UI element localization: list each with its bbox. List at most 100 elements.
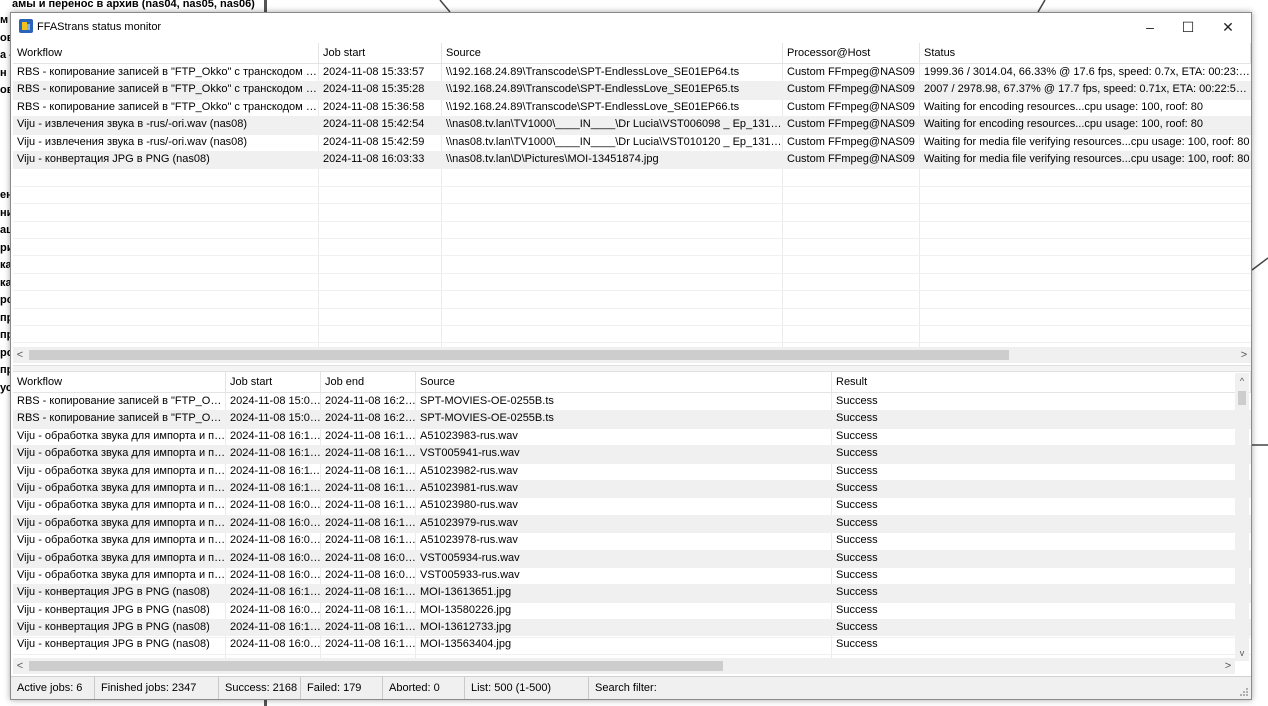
cell-workflow: Viju - конвертация JPG в PNG (nas08) [17,638,210,651]
column-header-workflow[interactable]: Workflow [13,372,226,392]
column-header-result[interactable]: Result [832,372,1251,392]
table-row[interactable]: Viju - извлечения звука в -rus/-ori.wav … [13,116,1251,134]
table-row[interactable]: RBS - копирование записей в "FTP_Okko" с… [13,393,1251,410]
cell-workflow: Viju - обработка звука для импорта и пер… [17,464,226,477]
table-row[interactable]: Viju - извлечения звука в -rus/-ori.wav … [13,134,1251,151]
cell-job-start: 2024-11-08 16:13:34 [230,447,321,460]
cell-workflow: RBS - копирование записей в "FTP_Okko" с… [17,395,226,407]
grid-row-line [13,272,1251,274]
active-jobs-hscroll-thumb[interactable] [29,350,1009,360]
background-text-fragment: ус [0,381,10,394]
title-bar[interactable]: FFAStrans status monitor – ☐ ✕ [11,13,1251,41]
grid-row-line [13,290,1251,292]
cell-job-start: 2024-11-08 16:03:48 [230,638,321,651]
cell-workflow: Viju - обработка звука для импорта и пер… [17,551,226,564]
close-button[interactable]: ✕ [1209,13,1247,41]
column-header-job-start[interactable]: Job start [226,372,321,392]
cell-job-start: 2024-11-08 15:42:54 [323,118,425,131]
cell-job-start: 2024-11-08 16:08:34 [230,516,321,529]
grid-row-line [13,238,1251,239]
table-row[interactable]: Viju - конвертация JPG в PNG (nas08) 2024… [13,619,1251,637]
active-jobs-hscroll[interactable]: < > [13,347,1251,363]
table-row[interactable]: Viju - конвертация JPG в PNG (nas08) 2024… [13,150,1251,169]
table-row[interactable]: Viju - обработка звука для импорта и пер… [13,567,1251,584]
column-header-processor-host[interactable]: Processor@Host [783,43,920,63]
ffastrans-app-icon [19,19,33,33]
table-row[interactable]: RBS - копирование записей в "FTP_Okko" с… [13,81,1251,99]
scroll-right-arrow-icon[interactable]: > [1237,347,1251,363]
column-header-job-start[interactable]: Job start [319,43,442,63]
resize-grip-icon[interactable] [1239,687,1249,697]
active-jobs-count: Active jobs: 6 [11,677,95,699]
finished-jobs-hscroll-thumb[interactable] [29,661,723,671]
cell-workflow: Viju - обработка звука для импорта и пер… [17,481,226,494]
table-row[interactable]: Viju - конвертация JPG в PNG (nas08) 2024… [13,584,1251,602]
finished-jobs-grid[interactable]: Workflow Job start Job end Source Result RBS… [13,372,1251,662]
scroll-up-arrow-icon[interactable]: ^ [1235,373,1249,389]
grid-splitter[interactable] [13,365,1251,372]
background-text-fragment: аци [0,224,10,236]
success-count: Success: 2168 [219,677,301,699]
cell-job-end: 2024-11-08 16:17:38 [325,464,416,477]
cell-workflow: Viju - извлечения звука в -rus/-ori.wav … [17,135,248,148]
column-header-source[interactable]: Source [416,372,832,392]
cell-workflow: Viju - обработка звука для импорта и пер… [17,516,226,529]
minimize-icon: – [1146,19,1154,35]
aborted-count: Aborted: 0 [383,677,465,699]
cell-status: Waiting for media file verifying resourc… [924,135,1250,148]
table-row[interactable]: Viju - конвертация JPG в PNG (nas08) 2024… [13,602,1251,619]
background-text-fragment: н [0,66,7,79]
column-header-source[interactable]: Source [442,43,783,63]
cell-job-start: 2024-11-08 15:35:28 [323,83,425,96]
table-row[interactable]: Viju - обработка звука для импорта и пер… [13,549,1251,567]
table-row[interactable]: Viju - обработка звука для импорта и пер… [13,428,1251,445]
cell-job-start: 2024-11-08 16:09:47 [230,499,321,512]
cell-job-start: 2024-11-08 16:10:44 [230,586,321,599]
cell-job-start: 2024-11-08 16:10:41 [230,621,321,634]
table-row[interactable]: Viju - обработка звука для импорта и пер… [13,445,1251,463]
cell-result: Success [836,638,878,651]
table-row[interactable]: Viju - конвертация JPG в PNG (nas08) 2024… [13,636,1251,653]
cell-workflow: Viju - конвертация JPG в PNG (nas08) [17,621,210,634]
scroll-left-arrow-icon[interactable]: < [13,658,27,674]
cell-source: \\192.168.24.89\Transcode\SPT-EndlessLov… [446,100,740,113]
cell-result: Success [836,551,878,564]
cell-status: 2007 / 2978.98, 67.37% @ 17.7 fps, speed… [924,83,1251,96]
search-filter-label[interactable]: Search filter: [589,677,1229,699]
active-jobs-grid[interactable]: Workflow Job start Source Processor@Host Sta… [13,43,1251,363]
scroll-left-arrow-icon[interactable]: < [13,347,27,363]
window-title: FFAStrans status monitor [37,21,162,33]
cell-job-end: 2024-11-08 16:25:34 [325,395,416,407]
table-row[interactable]: Viju - обработка звука для импорта и пер… [13,463,1251,480]
cell-job-start: 2024-11-08 16:13:19 [230,429,321,442]
cell-source: A51023981-rus.wav [420,481,518,494]
cell-processor-host: Custom FFmpeg@NAS09 [787,100,915,113]
table-row[interactable]: Viju - обработка звука для импорта и пер… [13,514,1251,533]
cell-processor-host: Custom FFmpeg@NAS09 [787,135,915,148]
finished-jobs-vscroll[interactable]: ^ v [1235,373,1249,661]
column-header-status[interactable]: Status [920,43,1251,63]
column-header-workflow[interactable]: Workflow [13,43,319,63]
grid-row-line [13,307,1251,309]
maximize-button[interactable]: ☐ [1169,13,1207,41]
minimize-button[interactable]: – [1131,13,1169,41]
finished-jobs-hscroll[interactable]: < > [13,658,1235,674]
column-header-job-end[interactable]: Job end [321,372,416,392]
scroll-down-arrow-icon[interactable]: v [1235,645,1249,661]
table-row[interactable]: RBS - копирование записей в "FTP_Okko" с… [13,99,1251,116]
table-row[interactable]: Viju - обработка звука для импорта и пер… [13,479,1251,498]
table-row[interactable]: Viju - обработка звука для импорта и пер… [13,532,1251,549]
finished-jobs-vscroll-thumb[interactable] [1238,391,1246,405]
cell-job-end: 2024-11-08 16:18:54 [325,447,416,460]
failed-count: Failed: 179 [301,677,383,699]
cell-job-start: 2024-11-08 16:04:08 [230,568,321,581]
background-text-fragment: пр [0,364,10,376]
cell-workflow: RBS - копирование записей в "FTP_Okko" с… [17,83,319,96]
cell-workflow: Viju - обработка звука для импорта и пер… [17,499,226,512]
table-row[interactable]: Viju - обработка звука для импорта и пер… [13,497,1251,514]
table-row[interactable]: RBS - копирование записей в "FTP_Okko" с… [13,410,1251,428]
cell-workflow: Viju - обработка звука для импорта и пер… [17,534,226,547]
scroll-right-arrow-icon[interactable]: > [1221,658,1235,674]
close-icon: ✕ [1222,18,1234,35]
table-row[interactable]: RBS - копирование записей в "FTP_Okko" с… [13,64,1251,81]
